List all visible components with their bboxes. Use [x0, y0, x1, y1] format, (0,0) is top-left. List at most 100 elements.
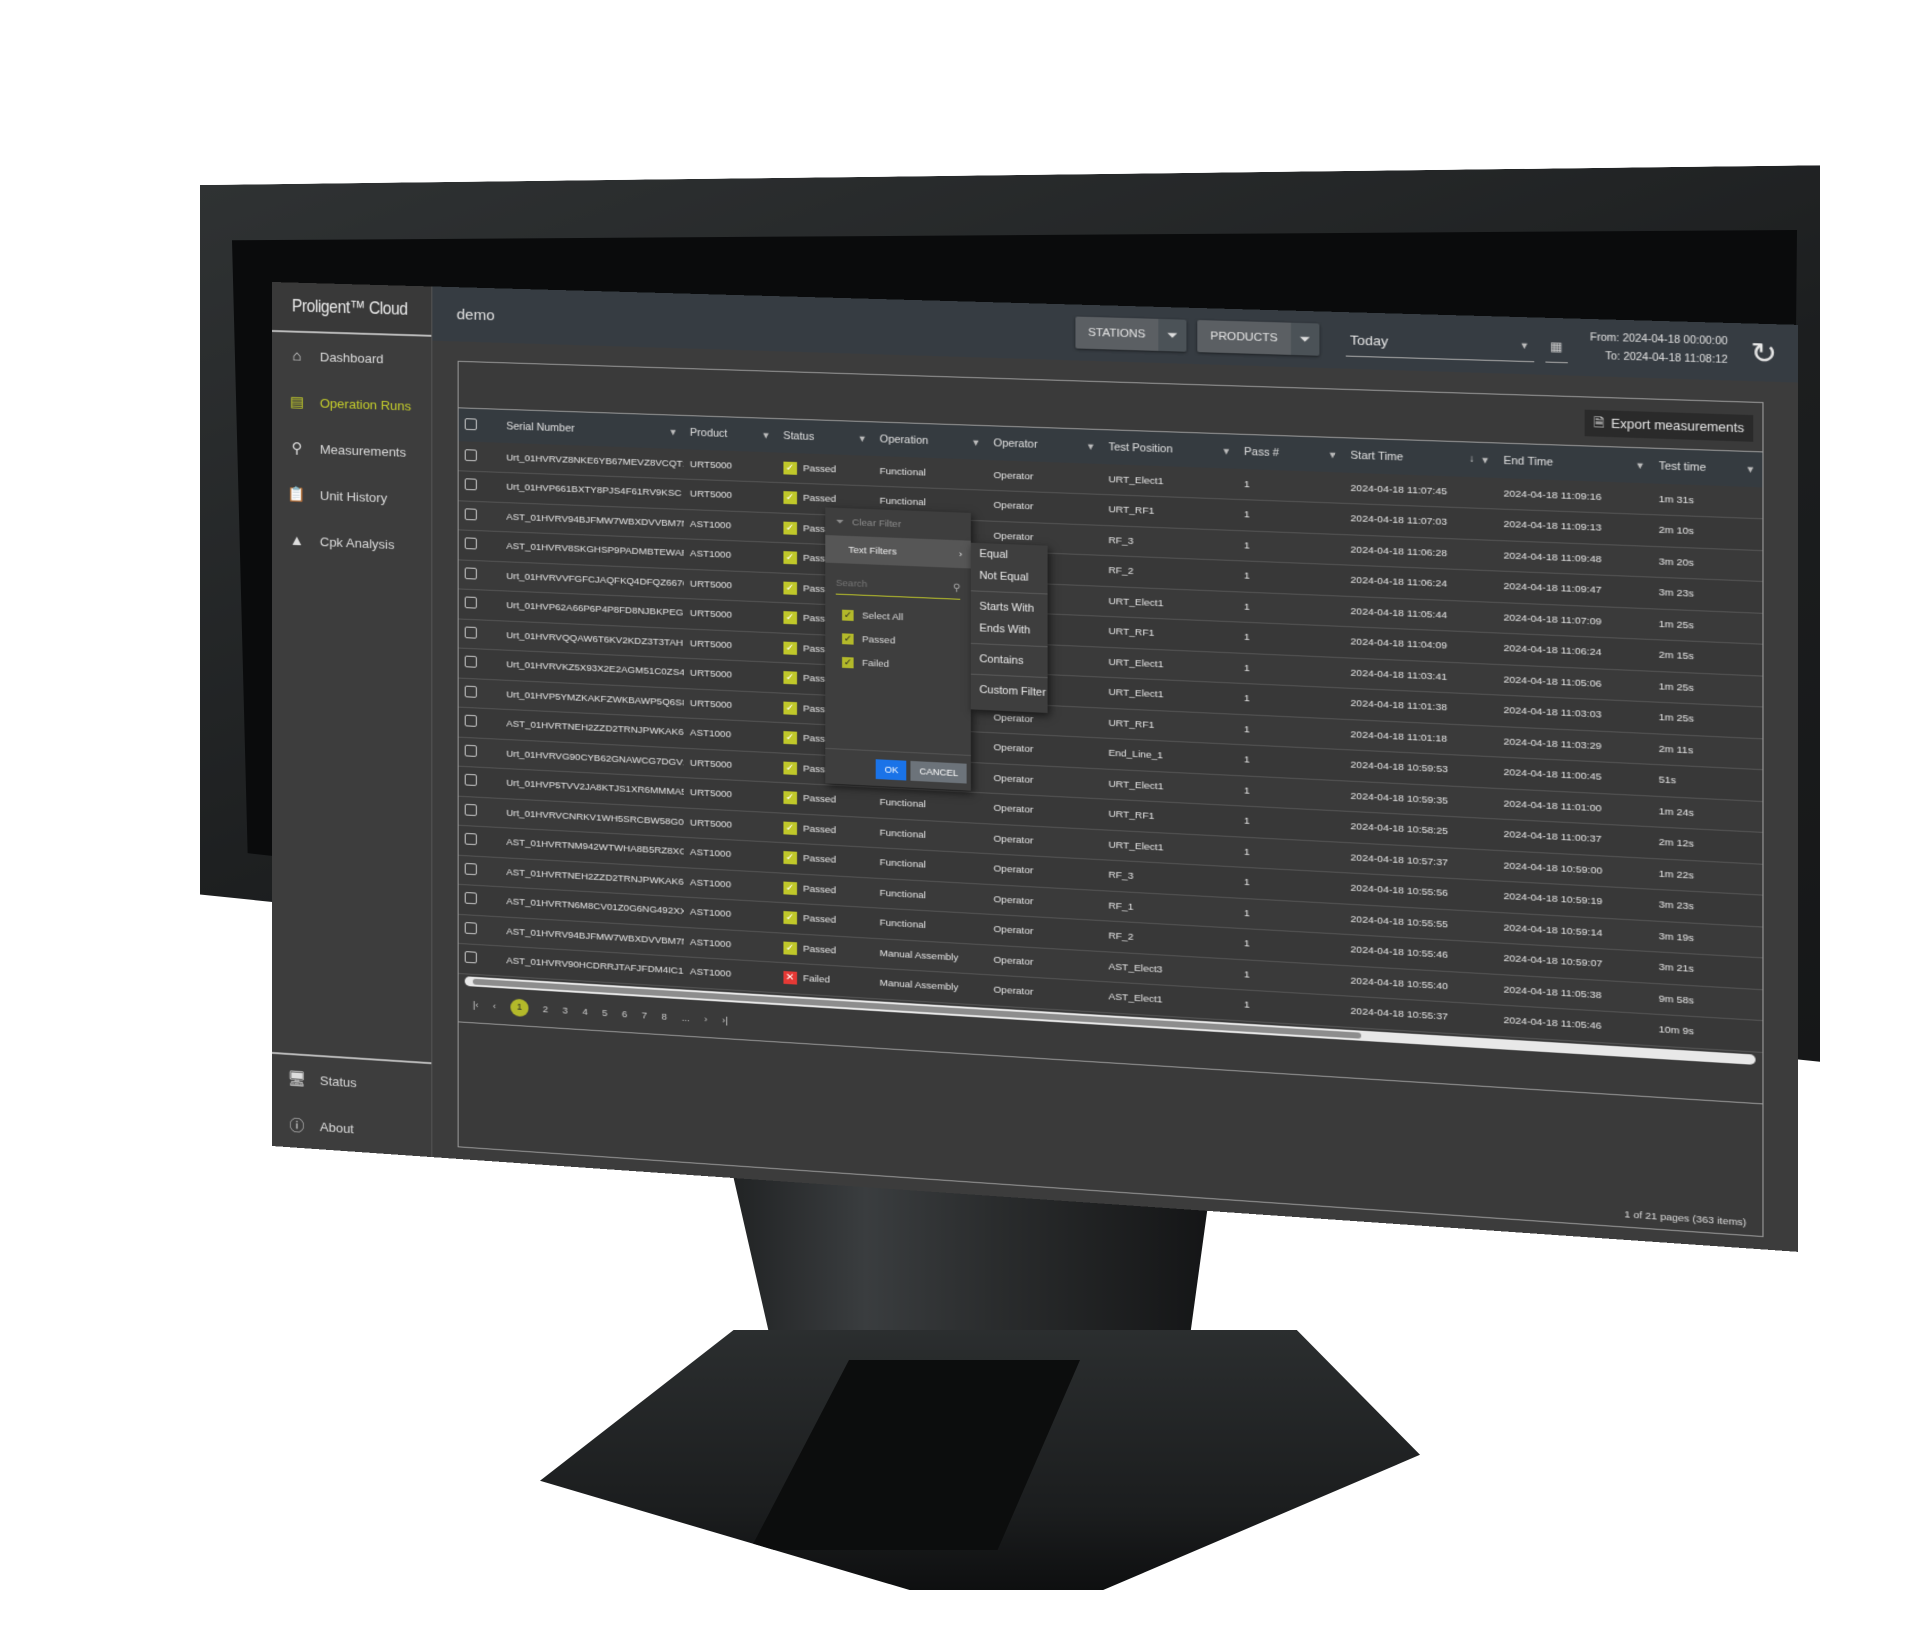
- select-all-checkbox[interactable]: [464, 417, 477, 430]
- page-button[interactable]: 1: [510, 998, 529, 1018]
- text-filters-item[interactable]: Text Filters ›: [825, 535, 971, 569]
- submenu-not-equal[interactable]: Not Equal: [971, 565, 1048, 590]
- page-button[interactable]: 8: [662, 1011, 667, 1022]
- product-cell: AST1000: [683, 956, 777, 993]
- row-checkbox[interactable]: [464, 537, 477, 550]
- sidebar-item-about[interactable]: ⓘ About: [272, 1100, 431, 1157]
- sort-descending-icon[interactable]: ↓: [1469, 454, 1475, 465]
- sidebar-item-cpk-analysis[interactable]: ▲ Cpk Analysis: [272, 516, 431, 569]
- row-checkbox[interactable]: [464, 862, 477, 875]
- page-button[interactable]: 2: [543, 1004, 548, 1015]
- row-checkbox[interactable]: [464, 892, 477, 905]
- status-passed: ✓ Passed: [783, 491, 836, 506]
- submenu-equal[interactable]: Equal: [971, 543, 1048, 568]
- row-checkbox[interactable]: [464, 951, 477, 964]
- filter-icon[interactable]: ▼: [1480, 455, 1490, 466]
- export-measurements-button[interactable]: 🗎 Export measurements: [1584, 409, 1754, 442]
- product-cell: URT5000: [683, 747, 777, 783]
- products-button[interactable]: PRODUCTS: [1197, 320, 1291, 355]
- submenu-custom-filter[interactable]: Custom Filter: [971, 679, 1048, 704]
- passed-check-icon: ✓: [783, 641, 797, 655]
- row-checkbox[interactable]: [464, 744, 477, 757]
- sidebar-item-measurements[interactable]: ⚲ Measurements: [272, 424, 431, 476]
- stations-filter: STATIONS ⏷: [1075, 316, 1187, 352]
- page-button[interactable]: 5: [602, 1008, 607, 1019]
- page-button[interactable]: 3: [563, 1005, 568, 1016]
- last-page-icon[interactable]: ›|: [722, 1015, 728, 1026]
- product-cell: AST1000: [683, 508, 777, 543]
- filter-icon[interactable]: ▼: [1328, 450, 1338, 460]
- status-label: Passed: [802, 462, 837, 475]
- checkbox-checked-icon[interactable]: ✓: [842, 609, 854, 621]
- pass-cell: 1: [1237, 989, 1344, 1027]
- column-header-test-time[interactable]: Test time ▼: [1651, 448, 1763, 488]
- row-checkbox[interactable]: [464, 626, 477, 639]
- column-header-status[interactable]: Status ▼: [776, 419, 874, 456]
- sidebar-item-dashboard[interactable]: ⌂ Dashboard: [272, 332, 431, 383]
- column-header-start-time[interactable]: Start Time ↓ ▼: [1343, 438, 1497, 478]
- date-range-select[interactable]: Today ▼: [1345, 324, 1534, 363]
- filter-icon[interactable]: ▼: [858, 434, 867, 444]
- passed-check-icon: ✓: [783, 671, 797, 685]
- clear-products-filter-icon[interactable]: ⏷: [1290, 322, 1320, 356]
- filter-search-input[interactable]: [835, 577, 931, 593]
- ok-button[interactable]: OK: [876, 758, 907, 781]
- row-checkbox[interactable]: [464, 921, 477, 935]
- sidebar-item-unit-history[interactable]: 📋 Unit History: [272, 470, 431, 522]
- filter-icon[interactable]: ▼: [1635, 460, 1645, 471]
- first-page-icon[interactable]: |‹: [473, 1000, 479, 1011]
- column-header-product[interactable]: Product ▼: [683, 415, 777, 453]
- status-cell: ✕ Failed: [776, 962, 874, 999]
- row-checkbox[interactable]: [464, 685, 477, 698]
- refresh-icon[interactable]: ↻: [1750, 335, 1777, 370]
- sidebar-item-operation-runs[interactable]: ▤ Operation Runs: [272, 378, 431, 430]
- passed-check-icon: ✓: [783, 521, 797, 535]
- row-checkbox-cell: [458, 559, 501, 591]
- filter-option-failed[interactable]: ✓ Failed: [825, 649, 971, 679]
- row-checkbox-cell: [458, 588, 501, 621]
- pass-cell: 1: [1237, 713, 1344, 750]
- column-header-operation[interactable]: Operation ▼: [873, 422, 988, 460]
- column-label: Serial Number: [506, 420, 575, 435]
- next-page-icon[interactable]: ›: [704, 1014, 707, 1025]
- row-checkbox[interactable]: [464, 803, 477, 816]
- stations-button[interactable]: STATIONS: [1075, 316, 1159, 351]
- column-header-test-position[interactable]: Test Position ▼: [1101, 430, 1238, 469]
- row-checkbox[interactable]: [464, 596, 477, 609]
- filter-icon[interactable]: ▼: [668, 427, 677, 437]
- submenu-contains[interactable]: Contains: [971, 648, 1048, 673]
- calendar-icon[interactable]: ▦: [1545, 329, 1568, 364]
- product-cell: AST1000: [683, 538, 777, 573]
- column-label: Operator: [993, 437, 1038, 451]
- row-checkbox[interactable]: [464, 448, 477, 461]
- row-checkbox[interactable]: [464, 774, 477, 787]
- previous-page-icon[interactable]: ‹: [493, 1001, 496, 1012]
- checkbox-checked-icon[interactable]: ✓: [842, 656, 854, 668]
- filter-icon[interactable]: ▼: [1745, 464, 1755, 475]
- page-button[interactable]: 6: [622, 1009, 627, 1020]
- row-checkbox[interactable]: [464, 655, 477, 668]
- column-header-operator[interactable]: Operator ▼: [987, 426, 1102, 465]
- filter-icon[interactable]: ▼: [1221, 446, 1231, 456]
- row-checkbox[interactable]: [464, 478, 477, 491]
- submenu-ends-with[interactable]: Ends With: [971, 617, 1048, 642]
- date-range-value: Today: [1349, 332, 1389, 349]
- row-checkbox[interactable]: [464, 714, 477, 728]
- column-header-serial-number[interactable]: Serial Number ▼: [500, 409, 684, 450]
- clear-stations-filter-icon[interactable]: ⏷: [1158, 318, 1187, 352]
- page-button[interactable]: 7: [642, 1010, 647, 1021]
- page-button[interactable]: 4: [582, 1006, 587, 1017]
- checkbox-checked-icon[interactable]: ✓: [842, 632, 854, 645]
- row-checkbox[interactable]: [464, 833, 477, 846]
- monitor: Proligent™ Cloud ⌂ Dashboard ▤ Operation…: [0, 0, 1920, 1644]
- row-checkbox[interactable]: [464, 508, 477, 521]
- filter-icon[interactable]: ▼: [761, 430, 770, 440]
- row-checkbox[interactable]: [464, 567, 477, 580]
- select-all-checkbox-cell: [458, 408, 501, 443]
- column-header-pass[interactable]: Pass # ▼: [1237, 434, 1344, 473]
- filter-icon[interactable]: ▼: [971, 438, 980, 448]
- more-pages-button[interactable]: ...: [682, 1012, 690, 1023]
- column-header-end-time[interactable]: End Time ▼: [1496, 443, 1652, 484]
- cancel-button[interactable]: CANCEL: [910, 760, 967, 784]
- filter-icon[interactable]: ▼: [1086, 441, 1096, 451]
